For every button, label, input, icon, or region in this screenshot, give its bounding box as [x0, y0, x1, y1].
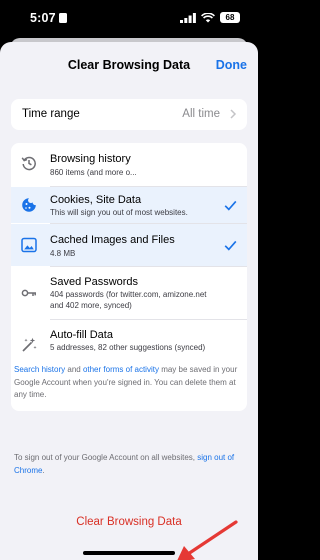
row-title: Cookies, Site Data: [50, 194, 142, 206]
checkmark-icon: [224, 240, 237, 251]
sign-out-text: To sign out of your Google Account on al…: [14, 453, 198, 462]
note-text: and: [65, 365, 83, 374]
history-icon: [21, 156, 36, 171]
image-icon: [21, 237, 37, 253]
time-range-value: All time: [182, 108, 220, 120]
done-button[interactable]: Done: [216, 58, 247, 72]
row-title: Browsing history: [50, 153, 131, 165]
cookie-icon: [22, 198, 36, 212]
row-subtitle: 4.8 MB: [50, 249, 76, 258]
time-range-label: Time range: [22, 108, 80, 120]
battery-icon: 68: [220, 12, 240, 23]
list-item-browsing-history[interactable]: Browsing history 860 items (and more o..…: [11, 143, 247, 186]
sign-out-end: .: [42, 465, 45, 475]
search-history-link[interactable]: Search history: [14, 365, 65, 374]
status-bar: 5:07 68: [0, 0, 258, 38]
row-subtitle: 404 passwords (for twitter.com, amizone.…: [50, 290, 207, 310]
time-range-row[interactable]: Time range All time: [11, 99, 247, 130]
checkmark-icon: [224, 200, 237, 211]
status-icons: 68: [180, 12, 240, 23]
account-activity-note: Search history and other forms of activi…: [14, 364, 246, 402]
annotation-arrow-icon: [177, 520, 238, 560]
list-item-cookies[interactable]: Cookies, Site Data This will sign you ou…: [11, 187, 247, 223]
row-subtitle: This will sign you out of most websites.: [50, 208, 188, 217]
status-time: 5:07: [30, 11, 56, 25]
magic-wand-icon: [22, 337, 37, 352]
row-subtitle: 860 items (and more o...: [50, 168, 137, 177]
row-title: Saved Passwords: [50, 276, 139, 288]
key-icon: [21, 289, 36, 297]
list-item-saved-passwords[interactable]: Saved Passwords 404 passwords (for twitt…: [11, 267, 247, 319]
signal-icon: [180, 12, 196, 23]
row-subtitle: 5 addresses, 82 other suggestions (synce…: [50, 343, 206, 352]
home-indicator: [83, 551, 175, 555]
row-title: Cached Images and Files: [50, 234, 175, 246]
wifi-icon: [201, 12, 215, 22]
contact-card-icon: [59, 13, 67, 23]
clear-browsing-data-sheet: Clear Browsing Data Done Time range All …: [0, 42, 258, 560]
chevron-right-icon: [230, 109, 237, 119]
row-title: Auto-fill Data: [50, 329, 113, 341]
sign-out-note: To sign out of your Google Account on al…: [14, 452, 246, 477]
other-activity-link[interactable]: other forms of activity: [83, 365, 159, 374]
list-item-cached-images[interactable]: Cached Images and Files 4.8 MB: [11, 224, 247, 266]
